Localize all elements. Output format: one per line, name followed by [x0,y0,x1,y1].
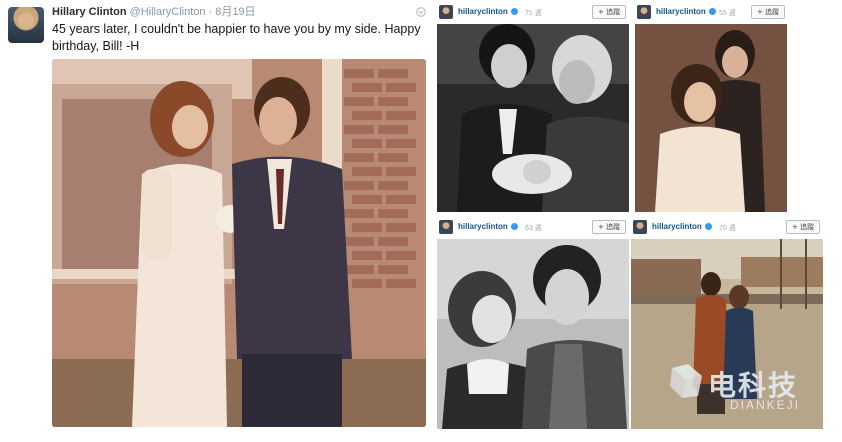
post-username[interactable]: hillaryclinton [458,7,518,16]
post-username[interactable]: hillaryclinton [458,222,518,231]
follow-button[interactable]: + 追蹤 [592,220,627,234]
verified-icon [510,8,518,16]
post-username[interactable]: hillaryclinton [652,222,712,231]
post-avatar[interactable] [439,5,453,19]
separator-dot: · [208,6,213,18]
instagram-post: hillaryclinton 55 週 + 追蹤 [635,2,787,212]
watermark-subtext: DIANKEJI [730,398,801,412]
post-time: 63 週 [525,225,542,232]
post-avatar[interactable] [633,220,647,234]
post-username[interactable]: hillaryclinton [656,7,716,16]
instagram-post: hillaryclinton 71 週 + 追蹤 [437,2,629,212]
verified-icon [708,8,716,16]
post-avatar[interactable] [439,220,453,234]
caret-down-icon[interactable] [416,7,426,17]
post-photo[interactable] [437,24,629,212]
post-header: hillaryclinton 71 週 + 追蹤 [437,2,629,22]
post-photo[interactable] [635,24,787,212]
watermark: 电科技 DIANKEJI [668,360,828,420]
verified-icon [704,223,712,231]
watermark-logo-icon [670,364,702,398]
post-avatar[interactable] [637,5,651,19]
display-name[interactable]: Hillary Clinton [52,6,127,18]
post-header: hillaryclinton 63 週 + 追蹤 [437,217,629,237]
tweet-text: 45 years later, I couldn't be happier to… [52,22,421,53]
follow-button[interactable]: + 追蹤 [592,5,627,19]
tweet-header: Hillary Clinton @HillaryClinton · 8月19日 [52,6,256,19]
follow-button[interactable]: + 追蹤 [786,220,821,234]
handle[interactable]: @HillaryClinton [130,6,206,18]
post-time: 55 週 [719,10,736,17]
tweet: Hillary Clinton @HillaryClinton · 8月19日 45 … [0,0,432,442]
post-time: 71 週 [525,10,542,17]
tweet-photo[interactable] [52,59,426,427]
verified-icon [510,223,518,231]
avatar[interactable] [8,7,44,43]
instagram-post: hillaryclinton 63 週 + 追蹤 [437,217,629,429]
follow-button[interactable]: + 追蹤 [751,5,786,19]
timestamp[interactable]: 8月19日 [215,6,255,18]
post-header: hillaryclinton 55 週 + 追蹤 [635,2,787,22]
post-time: 70 週 [719,225,736,232]
post-header: hillaryclinton 70 週 + 追蹤 [631,217,823,237]
post-photo[interactable] [437,239,629,429]
